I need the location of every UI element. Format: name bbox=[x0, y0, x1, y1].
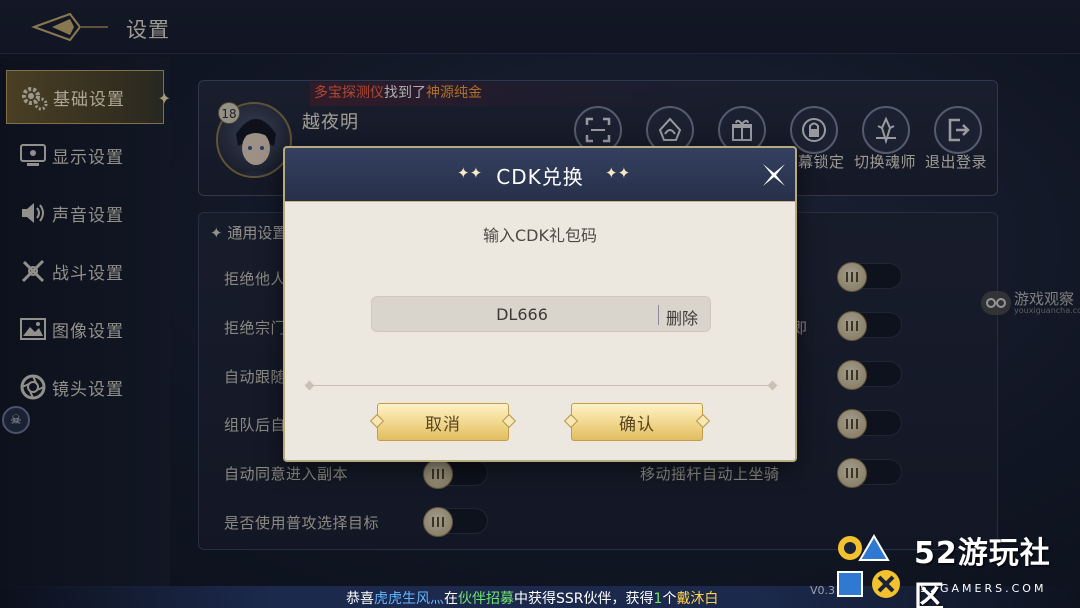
cdk-input-value: DL666 bbox=[496, 305, 548, 324]
cancel-button-label: 取消 bbox=[425, 414, 461, 435]
confirm-button-label: 确认 bbox=[619, 414, 655, 435]
cdk-input[interactable]: DL666 删除 bbox=[371, 296, 711, 332]
button-cap-right bbox=[695, 413, 711, 429]
close-icon[interactable] bbox=[759, 160, 789, 190]
dialog-prompt: 输入CDK礼包码 bbox=[483, 226, 597, 245]
cdk-dialog: ✦✦ CDK兑换 ✦✦ 输入CDK礼包码 DL666 删除 取消 确认 bbox=[283, 146, 797, 462]
dialog-header: ✦✦ CDK兑换 ✦✦ bbox=[285, 148, 795, 202]
ticker-segment: 在 bbox=[444, 591, 458, 607]
ticker-segment: 个 bbox=[662, 591, 677, 607]
input-divider bbox=[658, 305, 659, 325]
delete-button[interactable]: 删除 bbox=[666, 305, 698, 329]
ticker-segment: 恭喜 bbox=[346, 591, 374, 607]
confirm-button[interactable]: 确认 bbox=[563, 403, 711, 441]
button-cap-left bbox=[369, 413, 385, 429]
ticker-event: 伙伴招募 bbox=[458, 591, 514, 607]
button-cap-left bbox=[563, 413, 579, 429]
ticker-reward: 戴沐白 bbox=[676, 591, 719, 607]
cancel-button[interactable]: 取消 bbox=[369, 403, 517, 441]
brand-name: 52游玩社区 bbox=[914, 536, 1051, 608]
brand-url: 52GAMERS.COM bbox=[920, 582, 1047, 595]
brand-logo-icon bbox=[837, 534, 900, 598]
sparkle-icon: ✦✦ bbox=[605, 164, 631, 182]
button-cap-right bbox=[501, 413, 517, 429]
dialog-divider bbox=[309, 385, 773, 386]
ticker-segment: 中获得SSR伙伴，获得 bbox=[514, 591, 654, 607]
dialog-title: CDK兑换 bbox=[496, 165, 584, 189]
ticker-player-name: 虎虎生风灬 bbox=[374, 591, 444, 607]
bottom-ticker-text: 恭喜虎虎生风灬在伙伴招募中获得SSR伙伴，获得1个戴沐白 bbox=[346, 588, 718, 608]
